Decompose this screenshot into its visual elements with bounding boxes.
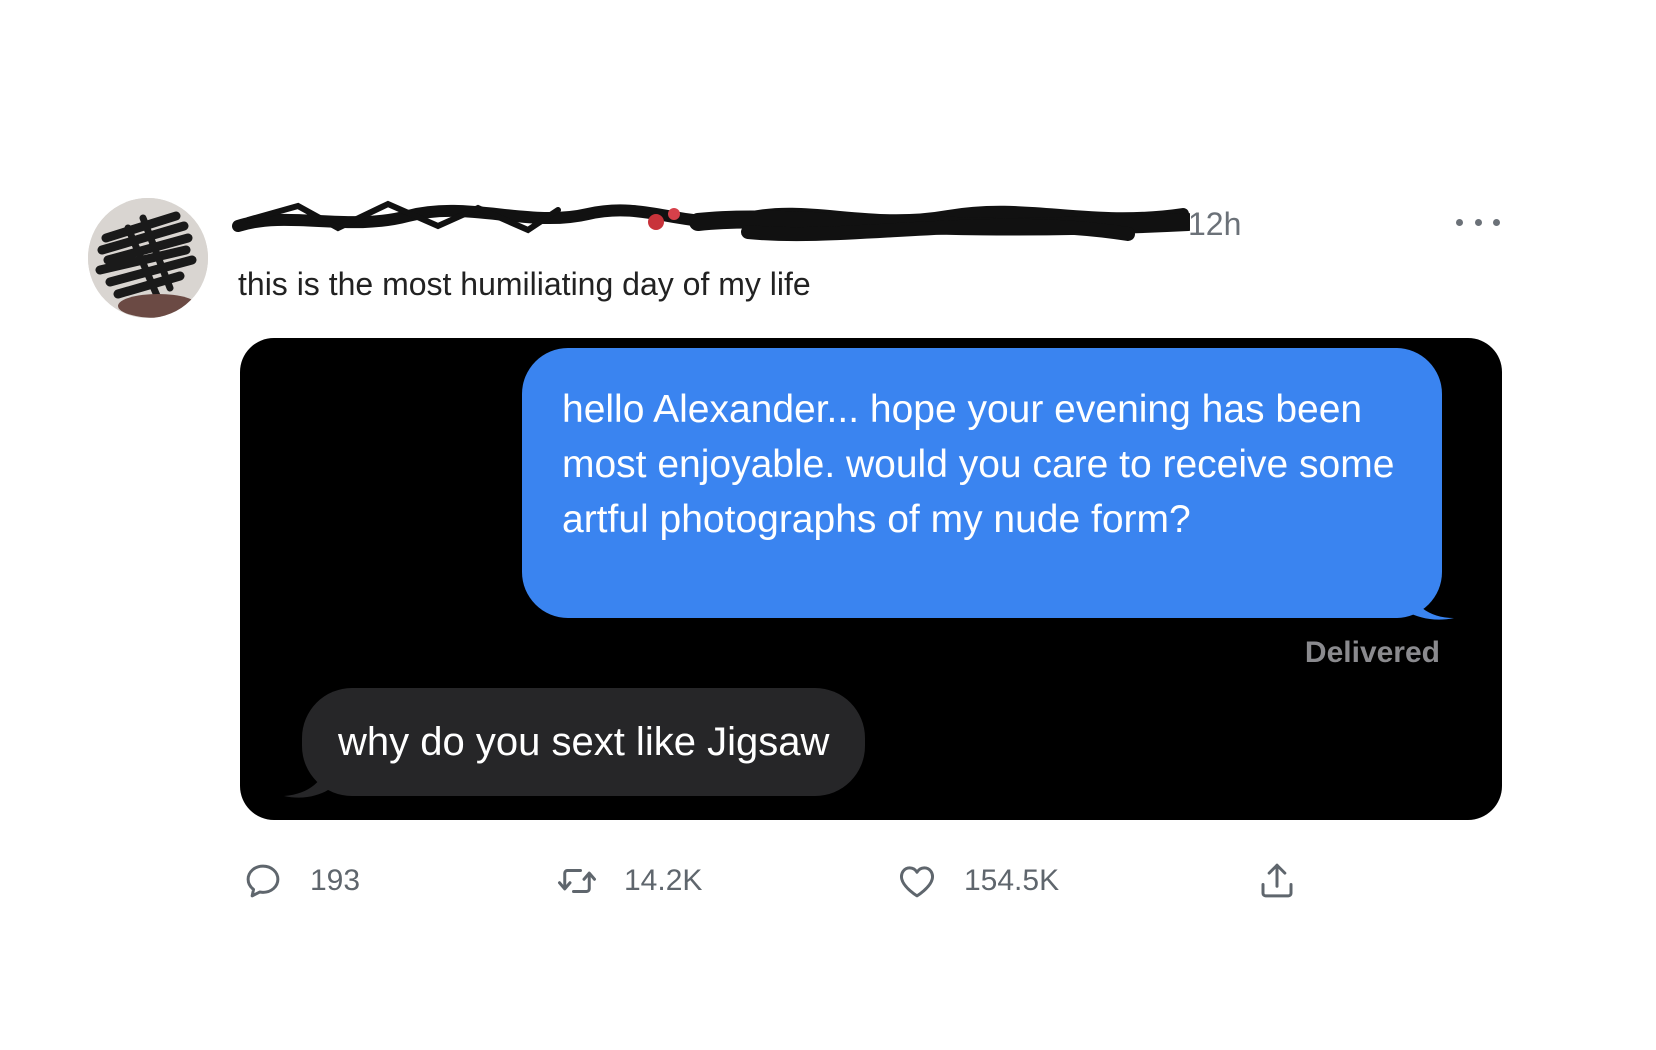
more-icon — [1456, 218, 1463, 226]
incoming-message-bubble: why do you sext like Jigsaw — [302, 688, 866, 796]
redacted-username — [228, 192, 1190, 252]
delivered-status: Delivered — [1304, 636, 1440, 669]
reply-count: 193 — [310, 864, 361, 897]
tweet-text: this is the most humiliating day of my l… — [238, 266, 811, 302]
like-count: 154.5K — [964, 864, 1060, 897]
more-icon-dot — [1493, 218, 1500, 226]
retweet-count: 14.2K — [624, 864, 703, 897]
tweet-timestamp[interactable]: 12h — [1188, 208, 1241, 240]
retweet-button[interactable]: 14.2K — [556, 856, 702, 906]
avatar[interactable] — [88, 198, 208, 318]
share-icon — [1261, 863, 1293, 898]
more-icon-dot — [1474, 218, 1482, 226]
reply-button[interactable]: 193 — [242, 856, 360, 906]
reply-icon — [246, 864, 280, 898]
heart-icon — [900, 866, 934, 898]
attached-screenshot[interactable]: hello Alexander... hope your evening has… — [240, 338, 1502, 820]
retweet-icon — [558, 869, 596, 893]
like-button[interactable]: 154.5K — [896, 856, 1059, 906]
more-options-button[interactable] — [1456, 210, 1500, 234]
outgoing-bubble-tail — [1408, 584, 1454, 620]
incoming-bubble-tail — [284, 762, 328, 798]
tweet-card: 12h this is the most humiliating day of … — [0, 0, 1656, 1050]
outgoing-message-bubble: hello Alexander... hope your evening has… — [522, 348, 1442, 618]
avatar-redaction-scribble — [88, 198, 208, 318]
tweet-actions-bar: 193 14.2K 154.5K — [0, 856, 1656, 906]
share-button[interactable] — [1256, 856, 1298, 906]
